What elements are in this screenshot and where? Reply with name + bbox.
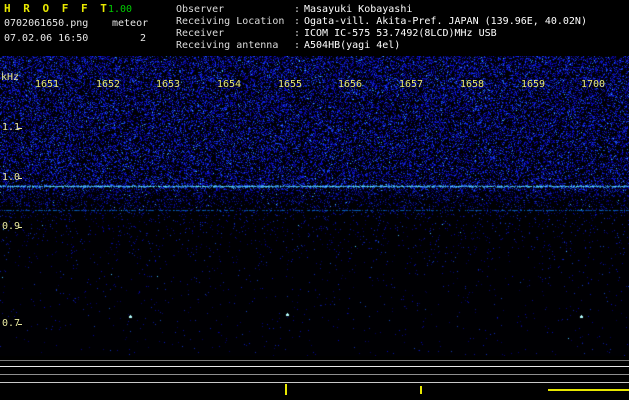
time-label: 1658: [459, 79, 485, 90]
output-filename: 0702061650.png: [4, 18, 89, 29]
trace-line: [0, 374, 629, 375]
info-row-location: Receiving Location: Ogata-vill. Akita-Pre…: [176, 16, 587, 28]
info-separator: :: [294, 40, 301, 51]
app-title: H R O F F T: [4, 2, 110, 15]
long-echo-bar: [548, 389, 629, 391]
info-value: Ogata-vill. Akita-Pref. JAPAN (139.96E, …: [304, 16, 587, 27]
info-value: A504HB(yagi 4el): [304, 40, 401, 51]
info-label: Receiving antenna: [176, 40, 279, 51]
info-row-observer: Observer: Masayuki Kobayashi: [176, 4, 587, 16]
freq-tick: [18, 324, 22, 325]
info-separator: :: [294, 16, 301, 27]
time-label: 1655: [277, 79, 303, 90]
meteor-marker-tick: [420, 386, 422, 394]
info-label: Observer: [176, 4, 225, 15]
trace-line: [0, 366, 629, 367]
time-label: 1654: [216, 79, 242, 90]
info-label: Receiver: [176, 28, 225, 39]
meteor-count: 2: [140, 33, 147, 44]
time-label: 1700: [580, 79, 606, 90]
info-value: ICOM IC-575 53.7492(8LCD)MHz USB: [304, 28, 497, 39]
freq-axis-unit: kHz: [1, 72, 20, 83]
trace-line: [0, 360, 629, 361]
info-value: Masayuki Kobayashi: [304, 4, 413, 15]
timestamp: 07.02.06 16:50: [4, 33, 89, 44]
trace-line: [0, 382, 629, 383]
bottom-panel: [0, 356, 629, 400]
meteor-marker-tick: [285, 384, 287, 395]
hrofft-window: H R O F F T 1.00 0702061650.png meteor 0…: [0, 0, 629, 400]
info-row-receiver: Receiver: ICOM IC-575 53.7492(8LCD)MHz US…: [176, 28, 587, 40]
time-label: 1652: [95, 79, 121, 90]
time-label: 1653: [155, 79, 181, 90]
time-label: 1656: [337, 79, 363, 90]
app-version: 1.00: [108, 4, 133, 15]
info-label: Receiving Location: [176, 16, 285, 27]
freq-tick: [18, 227, 22, 228]
freq-tick: [18, 128, 22, 129]
info-separator: :: [294, 4, 301, 15]
station-info: Observer: Masayuki Kobayashi Receiving Lo…: [176, 4, 587, 52]
freq-tick: [18, 178, 22, 179]
mode-label: meteor: [112, 18, 149, 29]
info-separator: :: [294, 28, 301, 39]
time-label: 1651: [34, 79, 60, 90]
spectrogram-canvas: [0, 56, 629, 356]
time-label: 1659: [520, 79, 546, 90]
info-row-antenna: Receiving antenna: A504HB(yagi 4el): [176, 40, 587, 52]
time-label: 1657: [398, 79, 424, 90]
